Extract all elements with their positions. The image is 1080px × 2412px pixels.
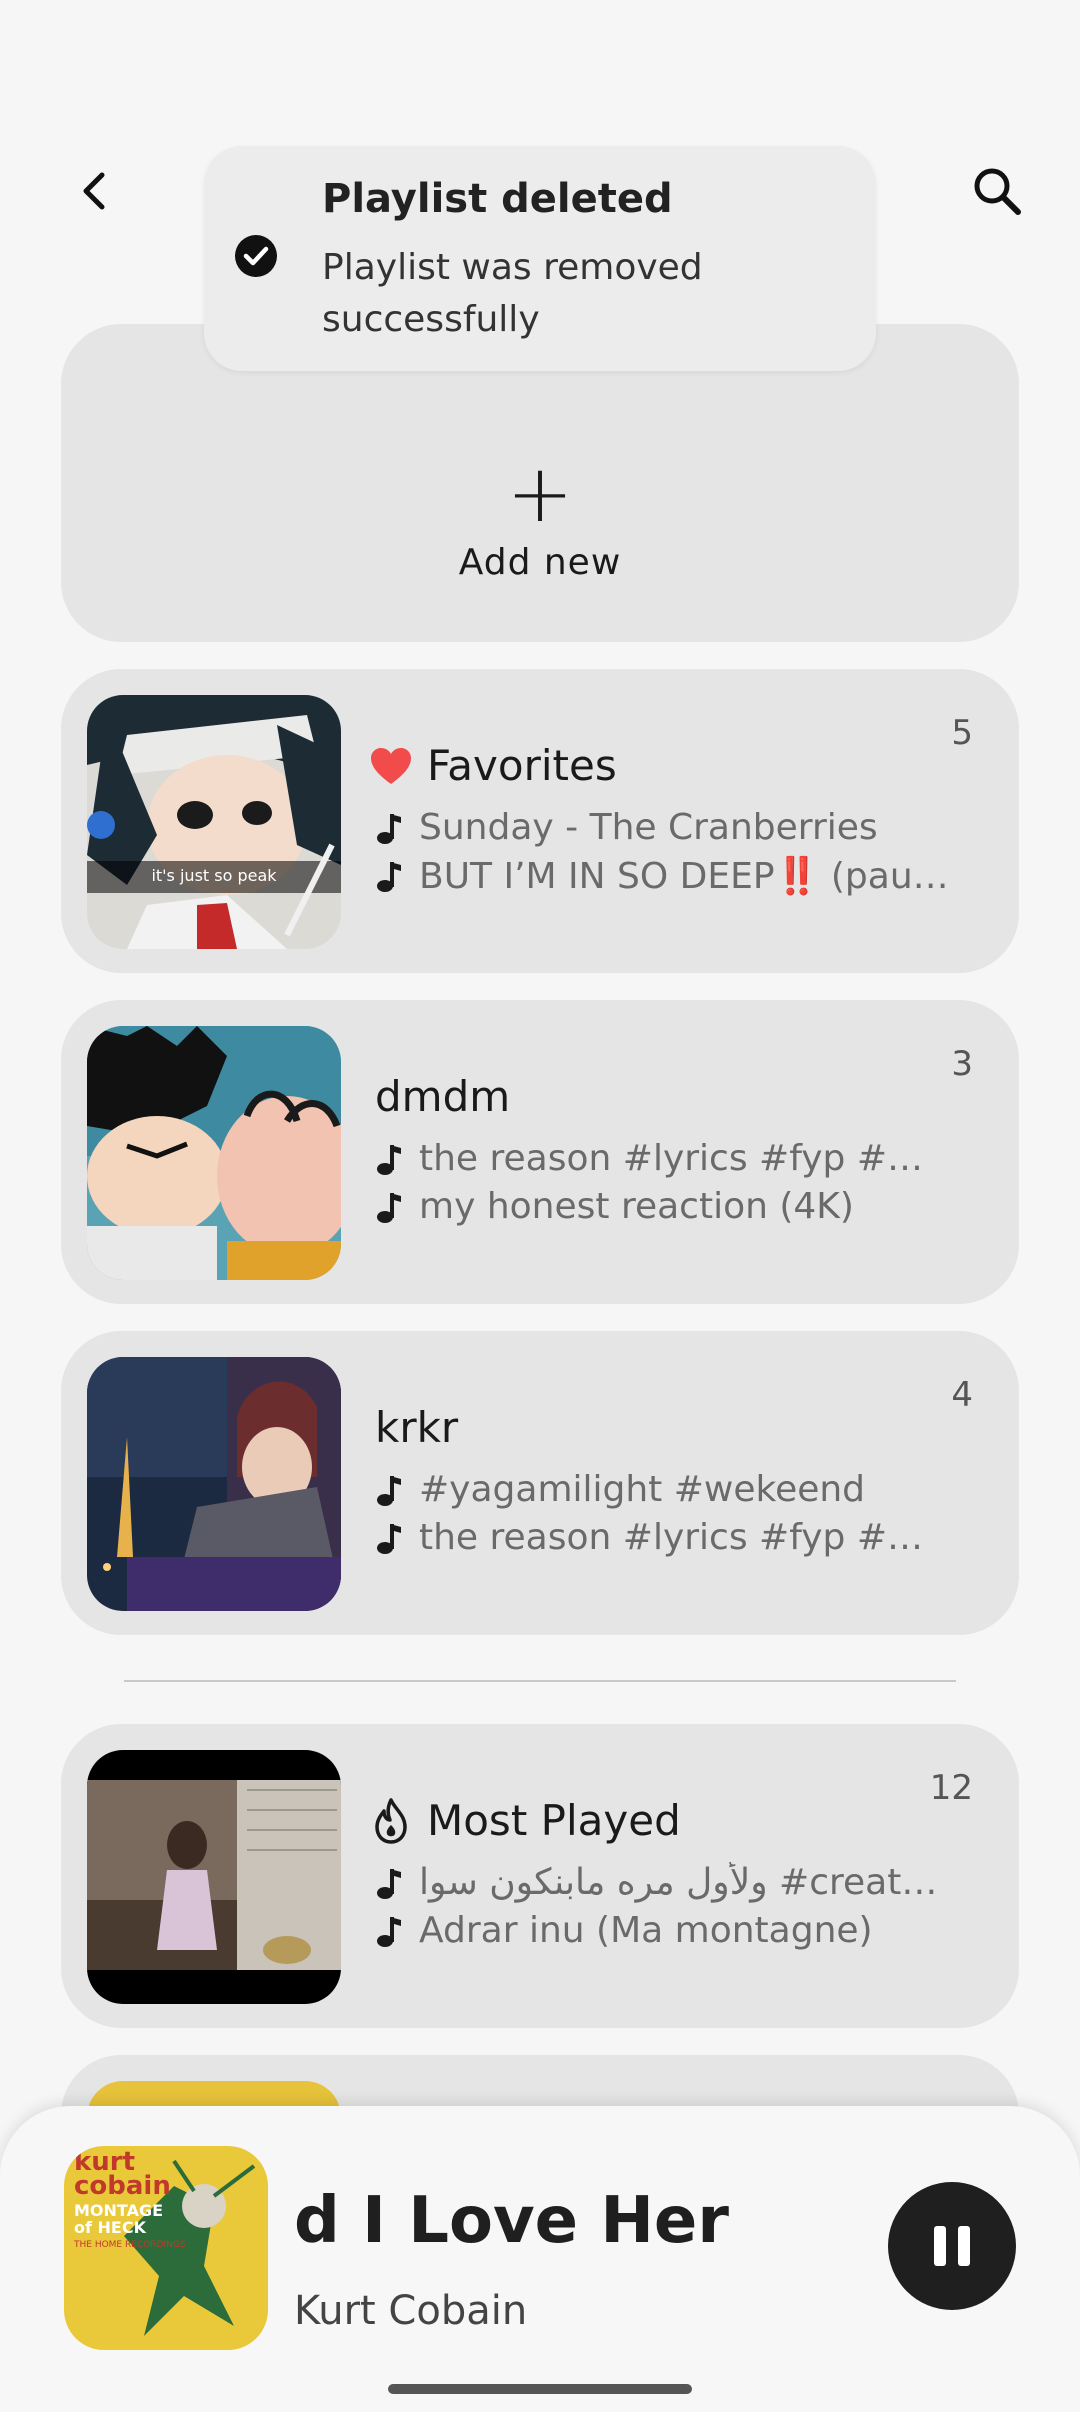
add-new-playlist-card[interactable]: + Add new: [61, 324, 1019, 642]
playlist-title: dmdm: [375, 1072, 511, 1121]
album-art-text: MONTAGE: [74, 2201, 164, 2220]
track-item: Sunday - The Cranberries: [377, 807, 878, 848]
pause-icon: [934, 2226, 970, 2266]
home-indicator: [388, 2384, 692, 2394]
check-circle-icon: [235, 235, 277, 277]
plus-icon: +: [506, 446, 574, 540]
playlist-thumbnail: [87, 1750, 341, 2004]
music-note-icon: [377, 1144, 401, 1175]
track-count: 3: [951, 1044, 973, 1084]
music-note-icon: [377, 1868, 401, 1899]
back-button[interactable]: [50, 146, 140, 236]
search-button[interactable]: [952, 146, 1042, 236]
chevron-left-icon: [83, 172, 105, 210]
playlist-card-dmdm[interactable]: 3 dmdm the reason #lyrics #fyp #… my hon…: [61, 1000, 1019, 1304]
toast-message: Playlist was removed successfully: [322, 247, 703, 340]
section-divider: [124, 1680, 956, 1682]
playlist-card-favorites[interactable]: it's just so peak 5 Favorites Sunday - T…: [61, 669, 1019, 973]
heart-icon: [371, 747, 411, 784]
search-icon: [974, 168, 1021, 215]
pause-button[interactable]: [888, 2182, 1016, 2310]
music-note-icon: [377, 1475, 401, 1506]
track-count: 5: [951, 713, 973, 753]
playlist-card-krkr[interactable]: 4 krkr #yagamilight #wekeend the reason …: [61, 1331, 1019, 1635]
now-playing-artist: Kurt Cobain: [294, 2288, 528, 2334]
flame-icon: [375, 1797, 407, 1844]
music-note-icon: [377, 862, 401, 892]
playlist-card-most-played[interactable]: 12 Most Played ولأول مره مابنكون سوا #cr…: [61, 1724, 1019, 2028]
track-item: the reason #lyrics #fyp #…: [377, 1517, 923, 1558]
playlist-thumbnail: it's just so peak: [87, 695, 341, 949]
toast-title: Playlist deleted: [322, 176, 673, 222]
mini-player[interactable]: kurt cobain MONTAGE of HECK THE HOME REC…: [0, 2106, 1080, 2412]
toast-notification: Playlist deleted Playlist was removed su…: [204, 146, 876, 371]
playlist-title: Favorites: [369, 741, 617, 790]
add-new-label: Add new: [458, 541, 622, 583]
album-art: kurt cobain MONTAGE of HECK THE HOME REC…: [64, 2146, 268, 2350]
album-art-text: cobain: [74, 2171, 171, 2201]
playlist-thumbnail: [87, 1357, 341, 1611]
playlist-title: krkr: [375, 1403, 459, 1452]
music-note-icon: [377, 1916, 401, 1947]
now-playing-title: d I Love Her A: [294, 2184, 744, 2258]
music-note-icon: [377, 813, 401, 844]
track-item: Adrar inu (Ma montagne): [377, 1910, 873, 1951]
track-count: 4: [951, 1375, 973, 1415]
playlist-title: Most Played: [369, 1796, 681, 1845]
track-count: 12: [929, 1768, 973, 1808]
track-item: the reason #lyrics #fyp #…: [377, 1138, 923, 1179]
track-item: #yagamilight #wekeend: [377, 1469, 865, 1510]
track-item: my honest reaction (4K): [377, 1186, 854, 1227]
track-item: BUT I’M IN SO DEEP‼️ (pau…: [377, 855, 949, 897]
playlist-thumbnail: [87, 1026, 341, 1280]
music-note-icon: [377, 1192, 401, 1223]
music-note-icon: [377, 1523, 401, 1554]
album-art-text: of HECK: [74, 2218, 146, 2237]
track-item: ولأول مره مابنكون سوا #creat…: [377, 1862, 937, 1903]
thumb-caption: it's just so peak: [151, 866, 277, 885]
album-art-text: THE HOME RECORDINGS: [74, 2240, 186, 2250]
